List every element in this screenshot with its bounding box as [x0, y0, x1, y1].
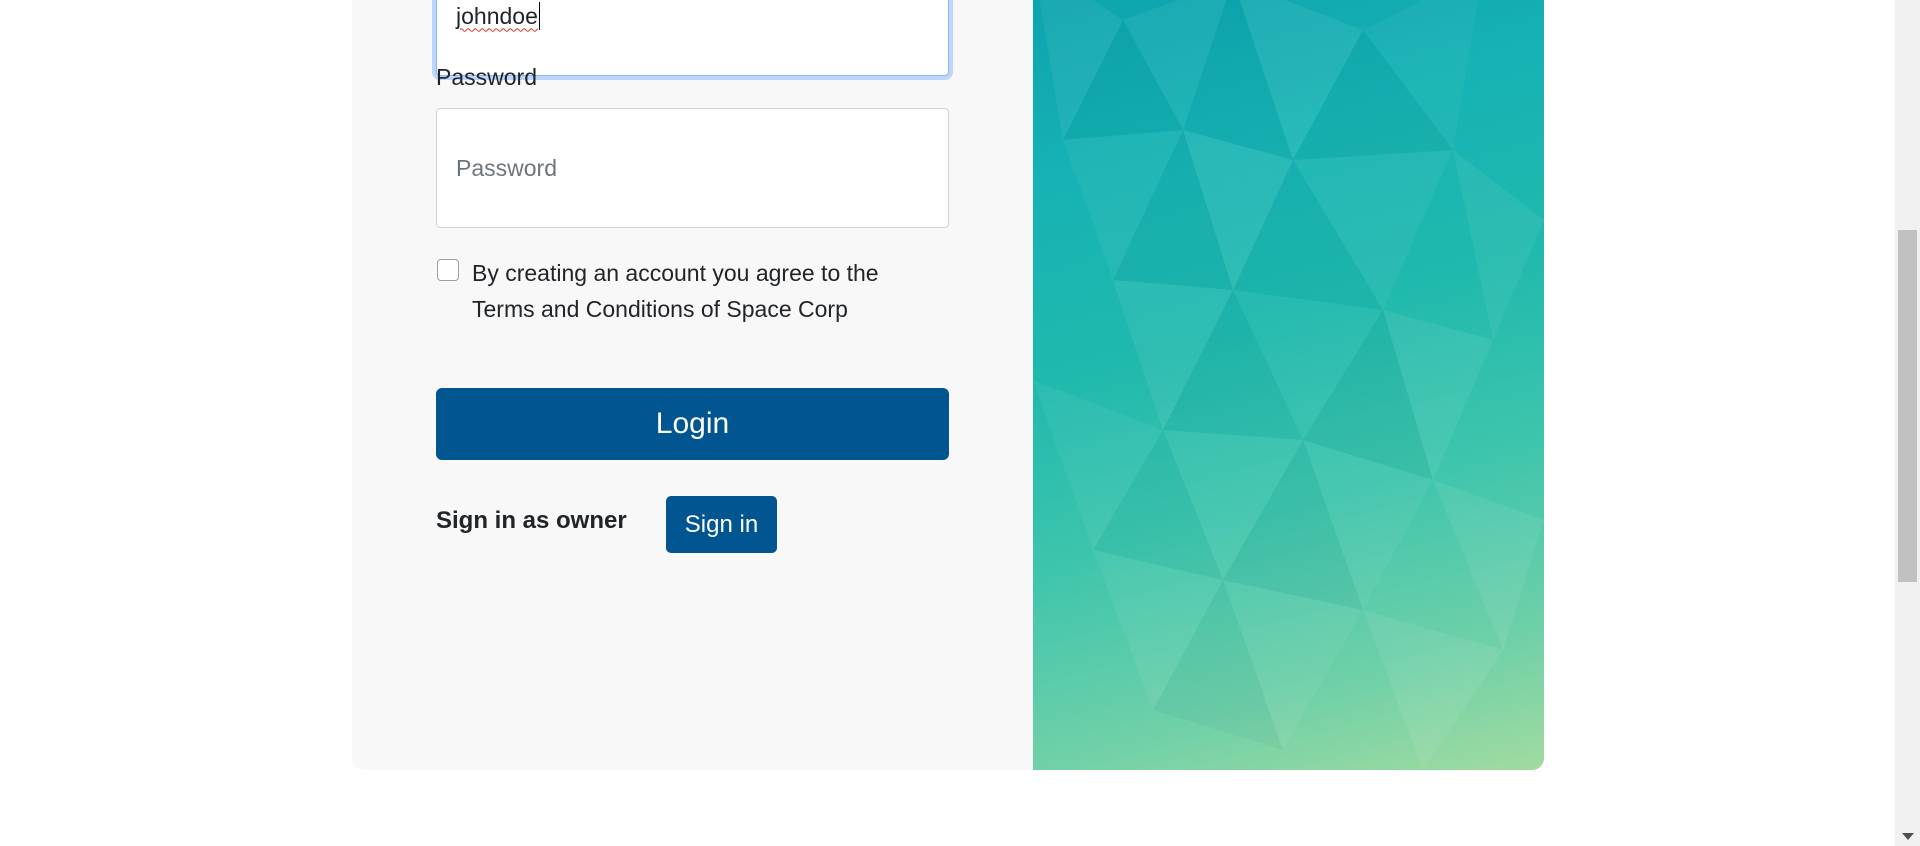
text-caret: [538, 2, 540, 30]
owner-signin-label: Sign in as owner: [436, 507, 627, 534]
terms-label: By creating an account you agree to the …: [472, 260, 879, 322]
login-button[interactable]: Login: [436, 388, 949, 460]
login-card: johndoe Password Password By creating an…: [352, 0, 1544, 770]
decorative-art-panel: [1033, 0, 1544, 770]
password-label: Password: [436, 64, 537, 90]
terms-checkbox[interactable]: [437, 259, 459, 281]
owner-signin-button[interactable]: Sign in: [666, 496, 777, 553]
scroll-down-arrow-icon[interactable]: [1902, 833, 1914, 840]
vertical-scrollbar[interactable]: [1895, 0, 1920, 846]
username-value: johndoe: [456, 2, 538, 29]
password-placeholder: Password: [456, 154, 557, 181]
login-form-panel: johndoe Password Password By creating an…: [352, 0, 1033, 770]
scrollbar-thumb[interactable]: [1898, 230, 1917, 582]
password-input[interactable]: Password: [436, 108, 949, 228]
page: johndoe Password Password By creating an…: [0, 0, 1920, 846]
low-poly-pattern: [1033, 0, 1544, 770]
